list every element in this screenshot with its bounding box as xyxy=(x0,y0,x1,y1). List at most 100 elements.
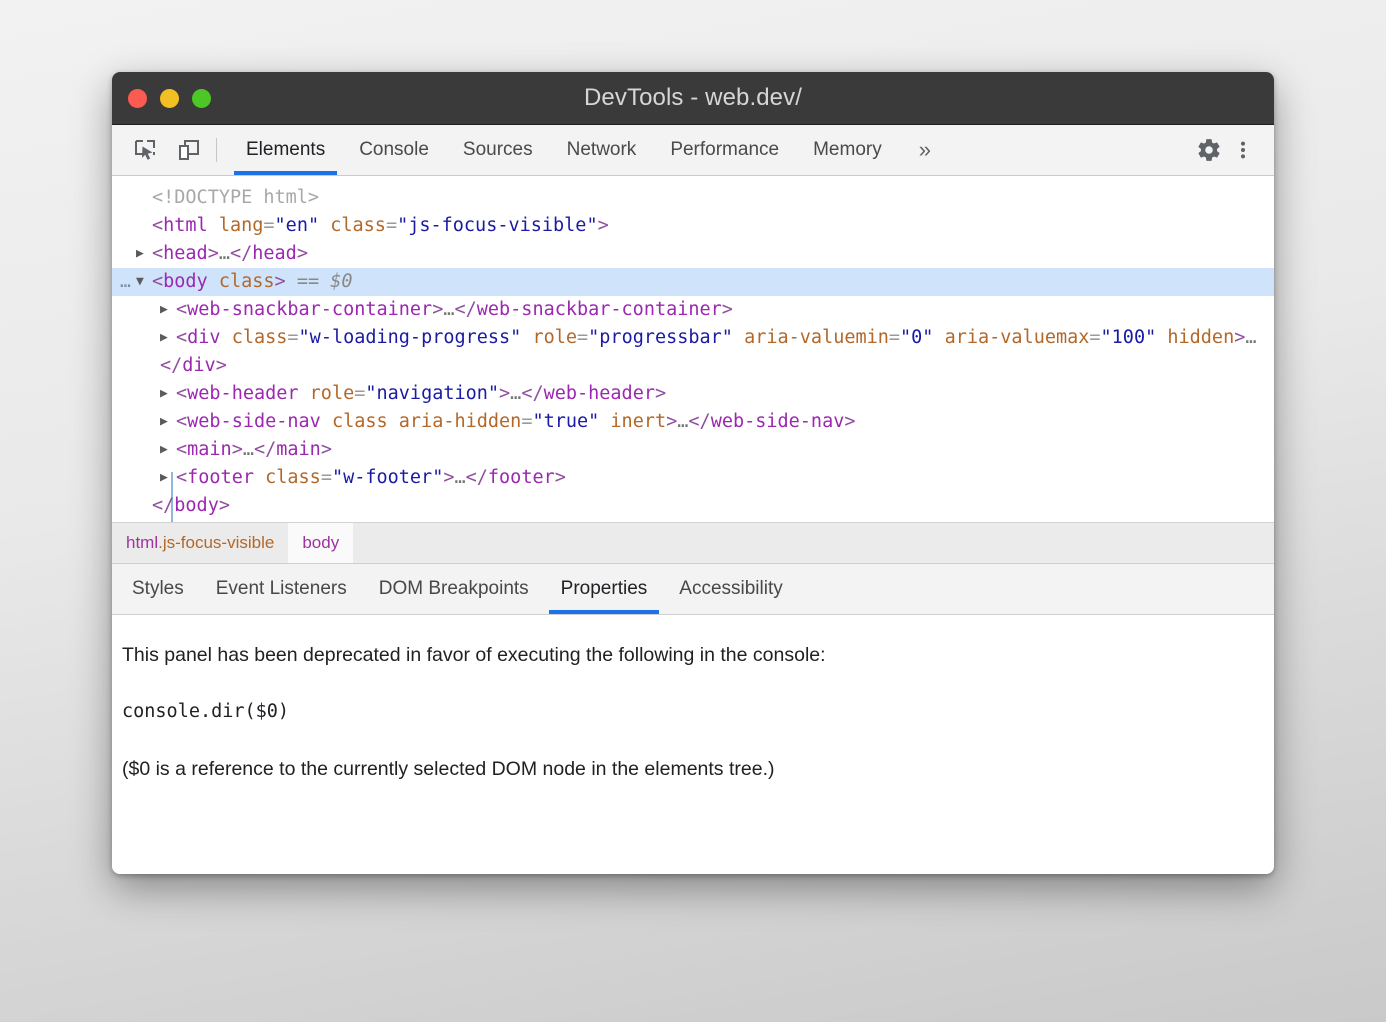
code-token xyxy=(933,327,944,348)
code-token: "w-loading-progress" xyxy=(299,327,522,348)
chevron-right-icon[interactable] xyxy=(160,436,176,464)
code-token: aria-valuemin xyxy=(744,327,889,348)
code-token: > xyxy=(598,215,609,236)
code-token xyxy=(733,327,744,348)
code-token xyxy=(221,327,232,348)
code-token: </ xyxy=(454,299,476,320)
code-token: > xyxy=(216,355,227,376)
tab-memory[interactable]: Memory xyxy=(796,125,899,175)
code-token: > xyxy=(275,271,286,292)
close-window-button[interactable] xyxy=(128,89,147,108)
breadcrumb-item-body[interactable]: body xyxy=(288,523,353,563)
dom-node-doctype[interactable]: <!DOCTYPE html> xyxy=(112,184,1274,212)
dom-node-web-snackbar-container[interactable]: <web-snackbar-container>…</web-snackbar-… xyxy=(112,296,1274,324)
minimize-window-button[interactable] xyxy=(160,89,179,108)
breadcrumb-element-name: html xyxy=(126,533,158,553)
dom-node-head[interactable]: <head>…</head> xyxy=(112,240,1274,268)
chevron-right-icon[interactable] xyxy=(136,240,152,268)
code-token: … xyxy=(219,243,230,264)
code-token: > xyxy=(232,439,243,460)
tab-performance-label: Performance xyxy=(670,139,779,161)
code-token: main xyxy=(276,439,321,460)
code-token: = xyxy=(889,327,900,348)
more-tabs-icon[interactable]: » xyxy=(899,125,951,175)
code-token: aria-valuemax xyxy=(945,327,1090,348)
code-token xyxy=(388,411,399,432)
code-token: role xyxy=(532,327,577,348)
code-token xyxy=(1156,327,1167,348)
breadcrumb: html.js-focus-visible body xyxy=(112,523,1274,564)
code-token: head xyxy=(252,243,297,264)
code-token: < xyxy=(152,271,163,292)
node-badge[interactable]: … xyxy=(120,268,132,296)
code-token: aria-hidden xyxy=(399,411,522,432)
dom-node-loading-progress-div[interactable]: <div class="w-loading-progress" role="pr… xyxy=(112,324,1274,380)
code-token: == xyxy=(286,271,331,292)
code-token: > xyxy=(666,411,677,432)
sidebar-tab-label: Accessibility xyxy=(679,578,782,600)
tab-sources[interactable]: Sources xyxy=(446,125,550,175)
code-token: </ xyxy=(230,243,252,264)
code-token: web-snackbar-container xyxy=(477,299,722,320)
code-token xyxy=(319,215,330,236)
code-token: < xyxy=(176,299,187,320)
code-token: = xyxy=(321,467,332,488)
dom-node-html-open[interactable]: <html lang="en" class="js-focus-visible"… xyxy=(112,212,1274,240)
chevron-right-icon[interactable] xyxy=(160,408,176,436)
sidebar-tab-dom-breakpoints[interactable]: DOM Breakpoints xyxy=(363,564,545,614)
more-tabs-label: » xyxy=(919,137,931,163)
inspect-element-icon[interactable] xyxy=(128,133,162,167)
dom-node-footer[interactable]: <footer class="w-footer">…</footer> xyxy=(112,464,1274,492)
chevron-right-icon[interactable] xyxy=(160,296,176,324)
code-token: </ xyxy=(521,383,543,404)
code-token: class xyxy=(265,467,321,488)
sidebar-tab-accessibility[interactable]: Accessibility xyxy=(663,564,798,614)
code-token: "navigation" xyxy=(365,383,499,404)
tab-network[interactable]: Network xyxy=(550,125,654,175)
tab-console[interactable]: Console xyxy=(342,125,446,175)
code-token: = xyxy=(263,215,274,236)
dom-node-body-open[interactable]: …<body class> == $0 xyxy=(112,268,1274,296)
code-token: > xyxy=(432,299,443,320)
code-token xyxy=(299,383,310,404)
code-token: "true" xyxy=(532,411,599,432)
dom-node-web-side-nav[interactable]: <web-side-nav class aria-hidden="true" i… xyxy=(112,408,1274,436)
code-token: … xyxy=(1245,327,1256,348)
device-toolbar-icon[interactable] xyxy=(172,133,206,167)
dom-node-web-header[interactable]: <web-header role="navigation">…</web-hea… xyxy=(112,380,1274,408)
tab-console-label: Console xyxy=(359,139,429,161)
code-token: web-side-nav xyxy=(711,411,845,432)
code-token: body xyxy=(174,495,219,516)
code-token: … xyxy=(677,411,688,432)
dom-node-body-close[interactable]: </body> xyxy=(112,492,1274,520)
sidebar-tab-properties[interactable]: Properties xyxy=(545,564,664,614)
code-token xyxy=(599,411,610,432)
tab-performance[interactable]: Performance xyxy=(653,125,796,175)
chevron-down-icon[interactable] xyxy=(136,268,152,296)
code-token: web-side-nav xyxy=(187,411,321,432)
more-vertical-icon[interactable] xyxy=(1226,133,1260,167)
sidebar-tab-styles[interactable]: Styles xyxy=(116,564,200,614)
code-token: = xyxy=(354,383,365,404)
chevron-right-icon[interactable] xyxy=(160,324,176,352)
sidebar-tab-event-listeners[interactable]: Event Listeners xyxy=(200,564,363,614)
chevron-right-icon[interactable] xyxy=(160,380,176,408)
code-token: class xyxy=(330,215,386,236)
code-token: < xyxy=(176,411,187,432)
breadcrumb-element-name: body xyxy=(302,533,339,553)
code-token: web-snackbar-container xyxy=(187,299,432,320)
tab-network-label: Network xyxy=(567,139,637,161)
maximize-window-button[interactable] xyxy=(192,89,211,108)
dom-node-html-close[interactable]: </html> xyxy=(112,520,1274,523)
breadcrumb-item-html[interactable]: html.js-focus-visible xyxy=(112,523,288,563)
dom-tree-panel[interactable]: <!DOCTYPE html><html lang="en" class="js… xyxy=(112,176,1274,523)
code-token: </ xyxy=(254,439,276,460)
tab-elements[interactable]: Elements xyxy=(229,125,342,175)
code-token: body xyxy=(163,271,208,292)
code-token: web-header xyxy=(544,383,655,404)
gear-icon[interactable] xyxy=(1192,133,1226,167)
code-token: div xyxy=(182,355,215,376)
chevron-right-icon[interactable] xyxy=(160,464,176,492)
dom-node-main[interactable]: <main>…</main> xyxy=(112,436,1274,464)
code-token: hidden xyxy=(1167,327,1234,348)
